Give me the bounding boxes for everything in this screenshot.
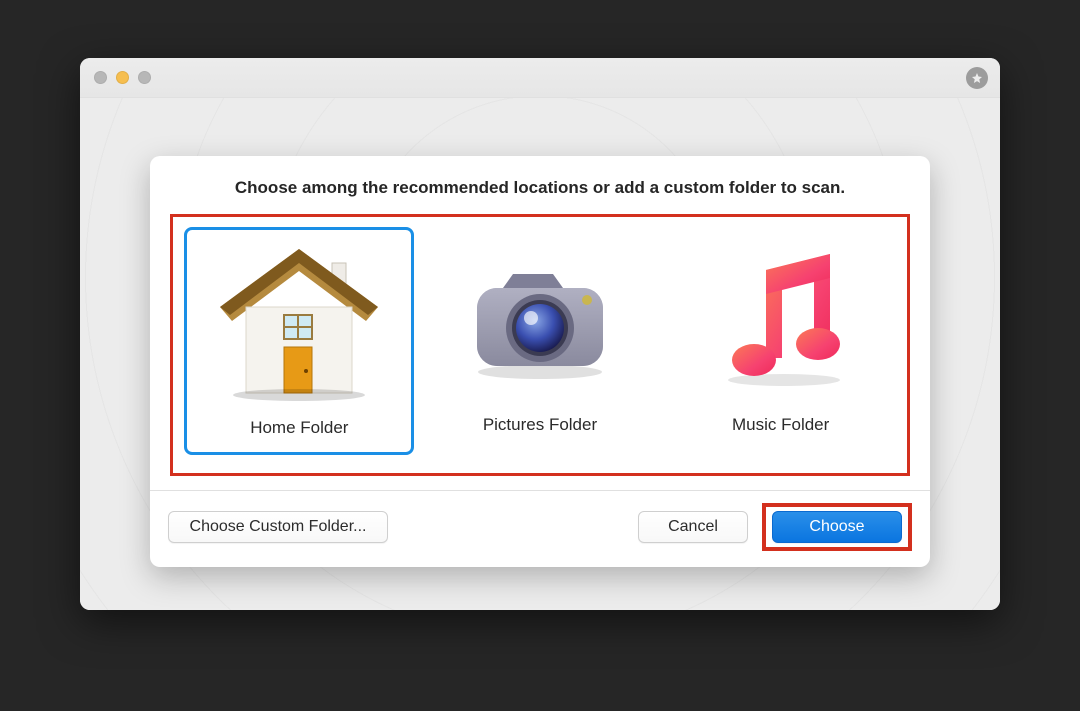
option-pictures-folder[interactable]: Pictures Folder: [425, 227, 655, 455]
window-close-button[interactable]: [94, 71, 107, 84]
home-folder-icon: [209, 236, 389, 406]
choose-location-dialog: Choose among the recommended locations o…: [150, 156, 930, 567]
desktop: Choose among the recommended locations o…: [0, 0, 1080, 711]
options-highlight-annotation: Home Folder: [170, 214, 910, 476]
choose-custom-folder-button[interactable]: Choose Custom Folder...: [168, 511, 388, 543]
window-titlebar[interactable]: [80, 58, 1000, 98]
option-home-folder[interactable]: Home Folder: [184, 227, 414, 455]
option-label: Home Folder: [250, 418, 348, 438]
window-minimize-button[interactable]: [116, 71, 129, 84]
music-folder-icon: [691, 233, 871, 403]
option-music-folder[interactable]: Music Folder: [666, 227, 896, 455]
favorite-icon[interactable]: [966, 67, 988, 89]
dialog-title: Choose among the recommended locations o…: [150, 156, 930, 214]
choose-button-highlight-annotation: Choose: [762, 503, 912, 551]
choose-button[interactable]: Choose: [772, 511, 902, 543]
option-label: Music Folder: [732, 415, 829, 435]
window-maximize-button[interactable]: [138, 71, 151, 84]
cancel-button[interactable]: Cancel: [638, 511, 748, 543]
option-label: Pictures Folder: [483, 415, 597, 435]
traffic-lights: [94, 71, 151, 84]
dialog-footer: Choose Custom Folder... Cancel Choose: [150, 491, 930, 567]
pictures-folder-icon: [450, 233, 630, 403]
app-window: Choose among the recommended locations o…: [80, 58, 1000, 610]
